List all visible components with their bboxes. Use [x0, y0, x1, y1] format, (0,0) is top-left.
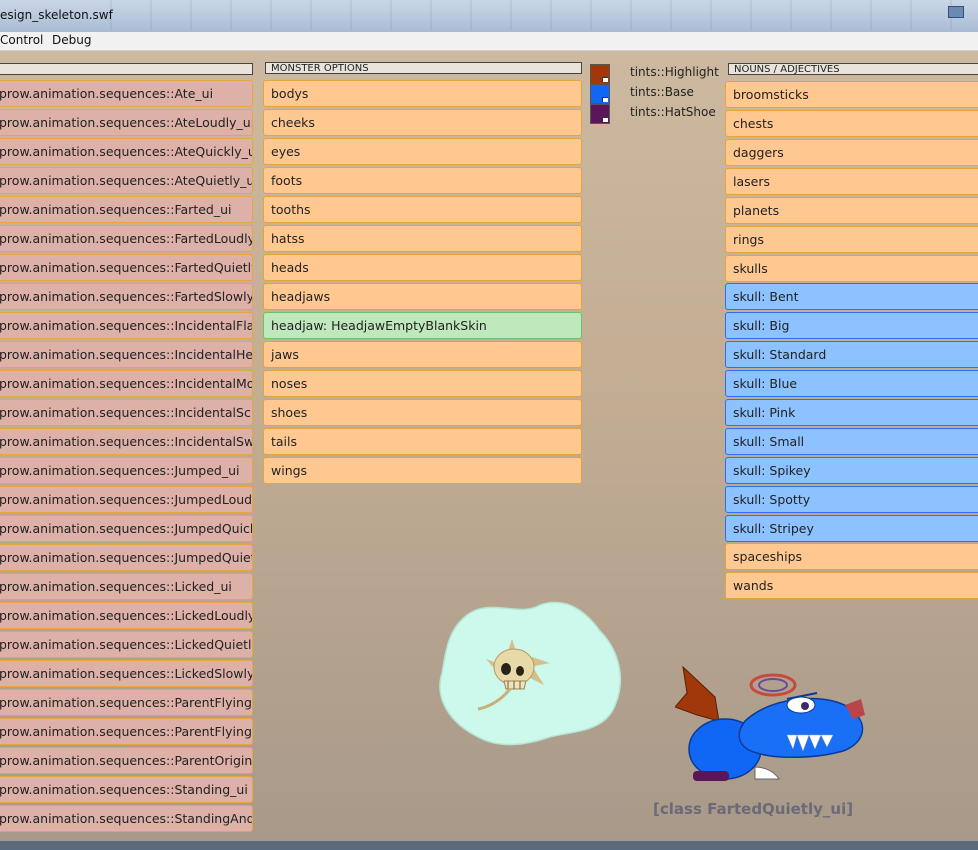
animation-sequence-item[interactable]: prow.animation.sequences::AteLoudly_ui	[0, 109, 253, 136]
flash-stage: prow.animation.sequences::Ate_ui prow.ani…	[0, 51, 978, 841]
animation-sequence-item[interactable]: prow.animation.sequences::FartedLoudly_u	[0, 225, 253, 252]
noun-item[interactable]: planets	[725, 197, 978, 224]
noun-variant-item[interactable]: skull: Small	[725, 428, 978, 455]
monster-shoe	[693, 771, 729, 781]
animation-sequence-item[interactable]: prow.animation.sequences::IncidentalHead	[0, 341, 253, 368]
animation-sequence-item[interactable]: prow.animation.sequences::Standing_ui	[0, 776, 253, 803]
menu-control[interactable]: Control	[0, 33, 43, 47]
animation-sequence-item[interactable]: prow.animation.sequences::IncidentalScra…	[0, 399, 253, 426]
monster-option-item[interactable]: cheeks	[263, 109, 582, 136]
monster-option-selected[interactable]: headjaw: HeadjawEmptyBlankSkin	[263, 312, 582, 339]
tint-swatch[interactable]	[590, 84, 610, 104]
animation-sequence-item[interactable]: prow.animation.sequences::JumpedLoudly	[0, 486, 253, 513]
window-control-icon[interactable]	[948, 6, 964, 18]
animation-sequence-item[interactable]: prow.animation.sequences::Licked_ui	[0, 573, 253, 600]
title-bar: esign_skeleton.swf	[0, 0, 978, 33]
noun-variant-item[interactable]: skull: Spotty	[725, 486, 978, 513]
monster-option-item[interactable]: jaws	[263, 341, 582, 368]
animation-sequence-item[interactable]: prow.animation.sequences::JumpedQuickly	[0, 515, 253, 542]
monster-eye	[786, 696, 816, 714]
window-title: esign_skeleton.swf	[0, 8, 113, 22]
animation-sequence-item[interactable]: prow.animation.sequences::LickedLoudly_u	[0, 602, 253, 629]
monster-option-item[interactable]: headjaws	[263, 283, 582, 310]
noun-item[interactable]: rings	[725, 226, 978, 253]
animation-sequence-item[interactable]: prow.animation.sequences::FartedSlowly_u	[0, 283, 253, 310]
animation-sequence-item[interactable]: prow.animation.sequences::ParentFlyingLo	[0, 689, 253, 716]
monster-option-item[interactable]: wings	[263, 457, 582, 484]
noun-item[interactable]: daggers	[725, 139, 978, 166]
noun-variant-item[interactable]: skull: Pink	[725, 399, 978, 426]
noun-variant-item[interactable]: skull: Bent	[725, 283, 978, 310]
monster-option-item[interactable]: foots	[263, 167, 582, 194]
bottom-edge	[0, 841, 978, 850]
noun-item[interactable]: skulls	[725, 255, 978, 282]
tint-swatch[interactable]	[590, 104, 610, 124]
monster-option-item[interactable]: shoes	[263, 399, 582, 426]
noun-variant-item[interactable]: skull: Big	[725, 312, 978, 339]
noun-item[interactable]: wands	[725, 572, 978, 599]
noun-variant-item[interactable]: skull: Blue	[725, 370, 978, 397]
animation-sequence-item[interactable]: prow.animation.sequences::Ate_ui	[0, 80, 253, 107]
monster-option-item[interactable]: eyes	[263, 138, 582, 165]
animation-sequence-item[interactable]: prow.animation.sequences::FartedQuietly	[0, 254, 253, 281]
animation-sequence-item[interactable]: prow.animation.sequences::IncidentalMout	[0, 370, 253, 397]
animation-sequence-item[interactable]: prow.animation.sequences::ParentOriginal	[0, 747, 253, 774]
tint-label: tints::HatShoe	[630, 105, 716, 119]
animation-sequence-item[interactable]: prow.animation.sequences::LickedQuietly	[0, 631, 253, 658]
animation-sequence-item[interactable]: prow.animation.sequences::Farted_ui	[0, 196, 253, 223]
animation-sequence-item[interactable]: prow.animation.sequences::IncidentalSway	[0, 428, 253, 455]
tint-swatch[interactable]	[590, 64, 610, 84]
noun-variant-item[interactable]: skull: Spikey	[725, 457, 978, 484]
noun-item[interactable]: lasers	[725, 168, 978, 195]
skull-preview-bubble	[439, 601, 622, 746]
monster-wing	[675, 665, 720, 722]
monster-options-header: MONSTER OPTIONS	[265, 62, 582, 74]
tint-label: tints::Highlight	[630, 65, 719, 79]
monster-option-item[interactable]: bodys	[263, 80, 582, 107]
animation-sequence-item[interactable]: prow.animation.sequences::StandingAndFl	[0, 805, 253, 832]
monster-option-item[interactable]: noses	[263, 370, 582, 397]
menu-debug[interactable]: Debug	[52, 33, 91, 47]
monster-option-item[interactable]: tooths	[263, 196, 582, 223]
class-label: [class FartedQuietly_ui]	[653, 800, 854, 818]
monster-option-item[interactable]: tails	[263, 428, 582, 455]
animation-sequence-item[interactable]: prow.animation.sequences::AteQuickly_ui	[0, 138, 253, 165]
monster-claw	[754, 766, 780, 780]
noun-item[interactable]: spaceships	[725, 543, 978, 570]
noun-variant-item[interactable]: skull: Stripey	[725, 515, 978, 542]
animation-list-header	[0, 63, 253, 75]
nouns-adjectives-header: NOUNS / ADJECTIVES	[728, 63, 978, 75]
animation-sequence-item[interactable]: prow.animation.sequences::IncidentalFlap	[0, 312, 253, 339]
monster-character	[675, 665, 865, 781]
animation-sequence-item[interactable]: prow.animation.sequences::LickedSlowly_u	[0, 660, 253, 687]
animation-sequence-item[interactable]: prow.animation.sequences::Jumped_ui	[0, 457, 253, 484]
monster-option-item[interactable]: heads	[263, 254, 582, 281]
noun-item[interactable]: chests	[725, 110, 978, 137]
noun-variant-item[interactable]: skull: Standard	[725, 341, 978, 368]
monster-option-item[interactable]: hatss	[263, 225, 582, 252]
tint-label: tints::Base	[630, 85, 694, 99]
noun-item[interactable]: broomsticks	[725, 81, 978, 108]
animation-sequence-item[interactable]: prow.animation.sequences::JumpedQuietly	[0, 544, 253, 571]
taskbar-strip	[110, 0, 978, 30]
animation-sequence-item[interactable]: prow.animation.sequences::ParentFlyingOp	[0, 718, 253, 745]
menu-bar: Control Debug	[0, 32, 978, 51]
animation-sequence-item[interactable]: prow.animation.sequences::AteQuietly_ui	[0, 167, 253, 194]
